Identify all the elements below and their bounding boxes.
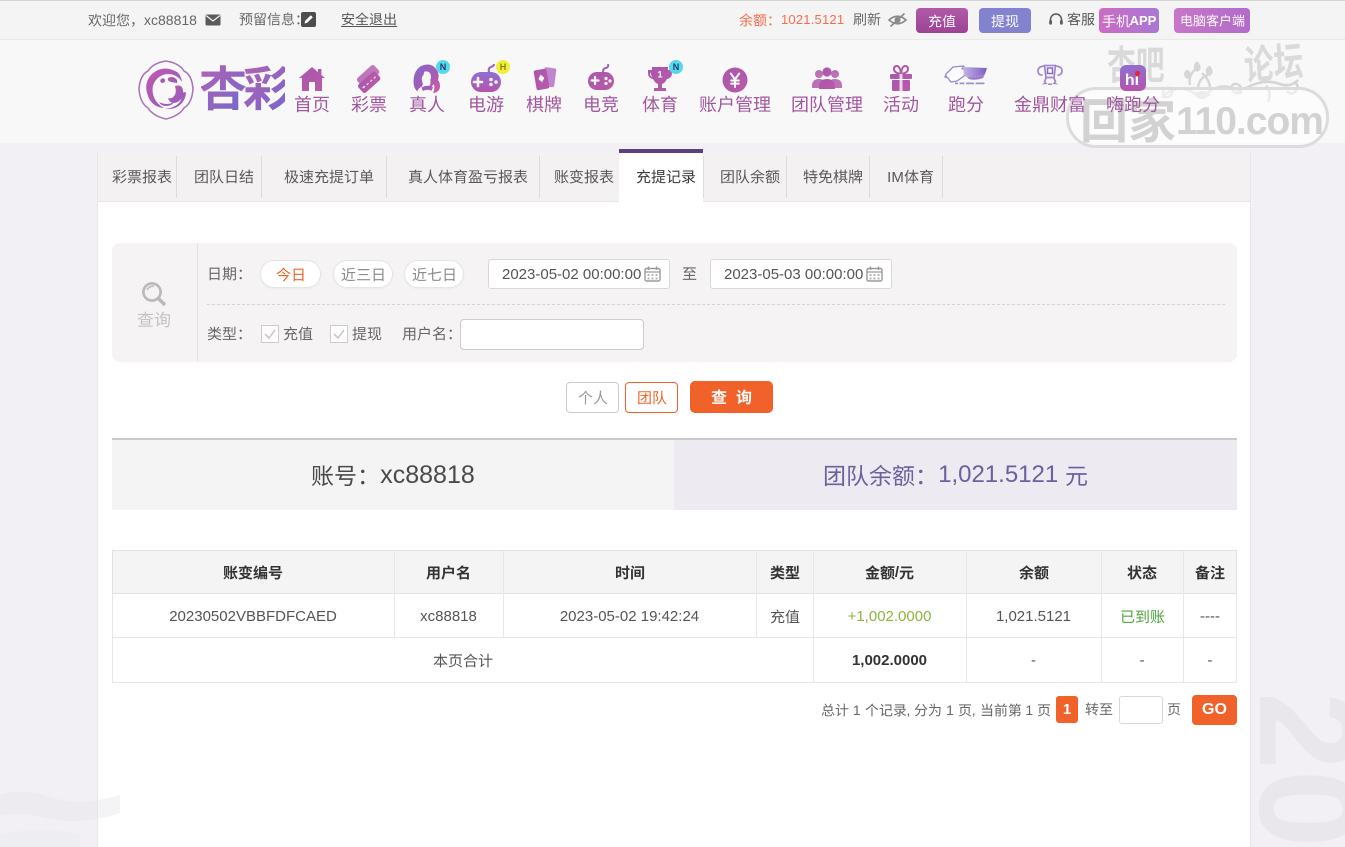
svg-text:1: 1 xyxy=(657,70,662,80)
svg-text:20: 20 xyxy=(1252,692,1345,847)
